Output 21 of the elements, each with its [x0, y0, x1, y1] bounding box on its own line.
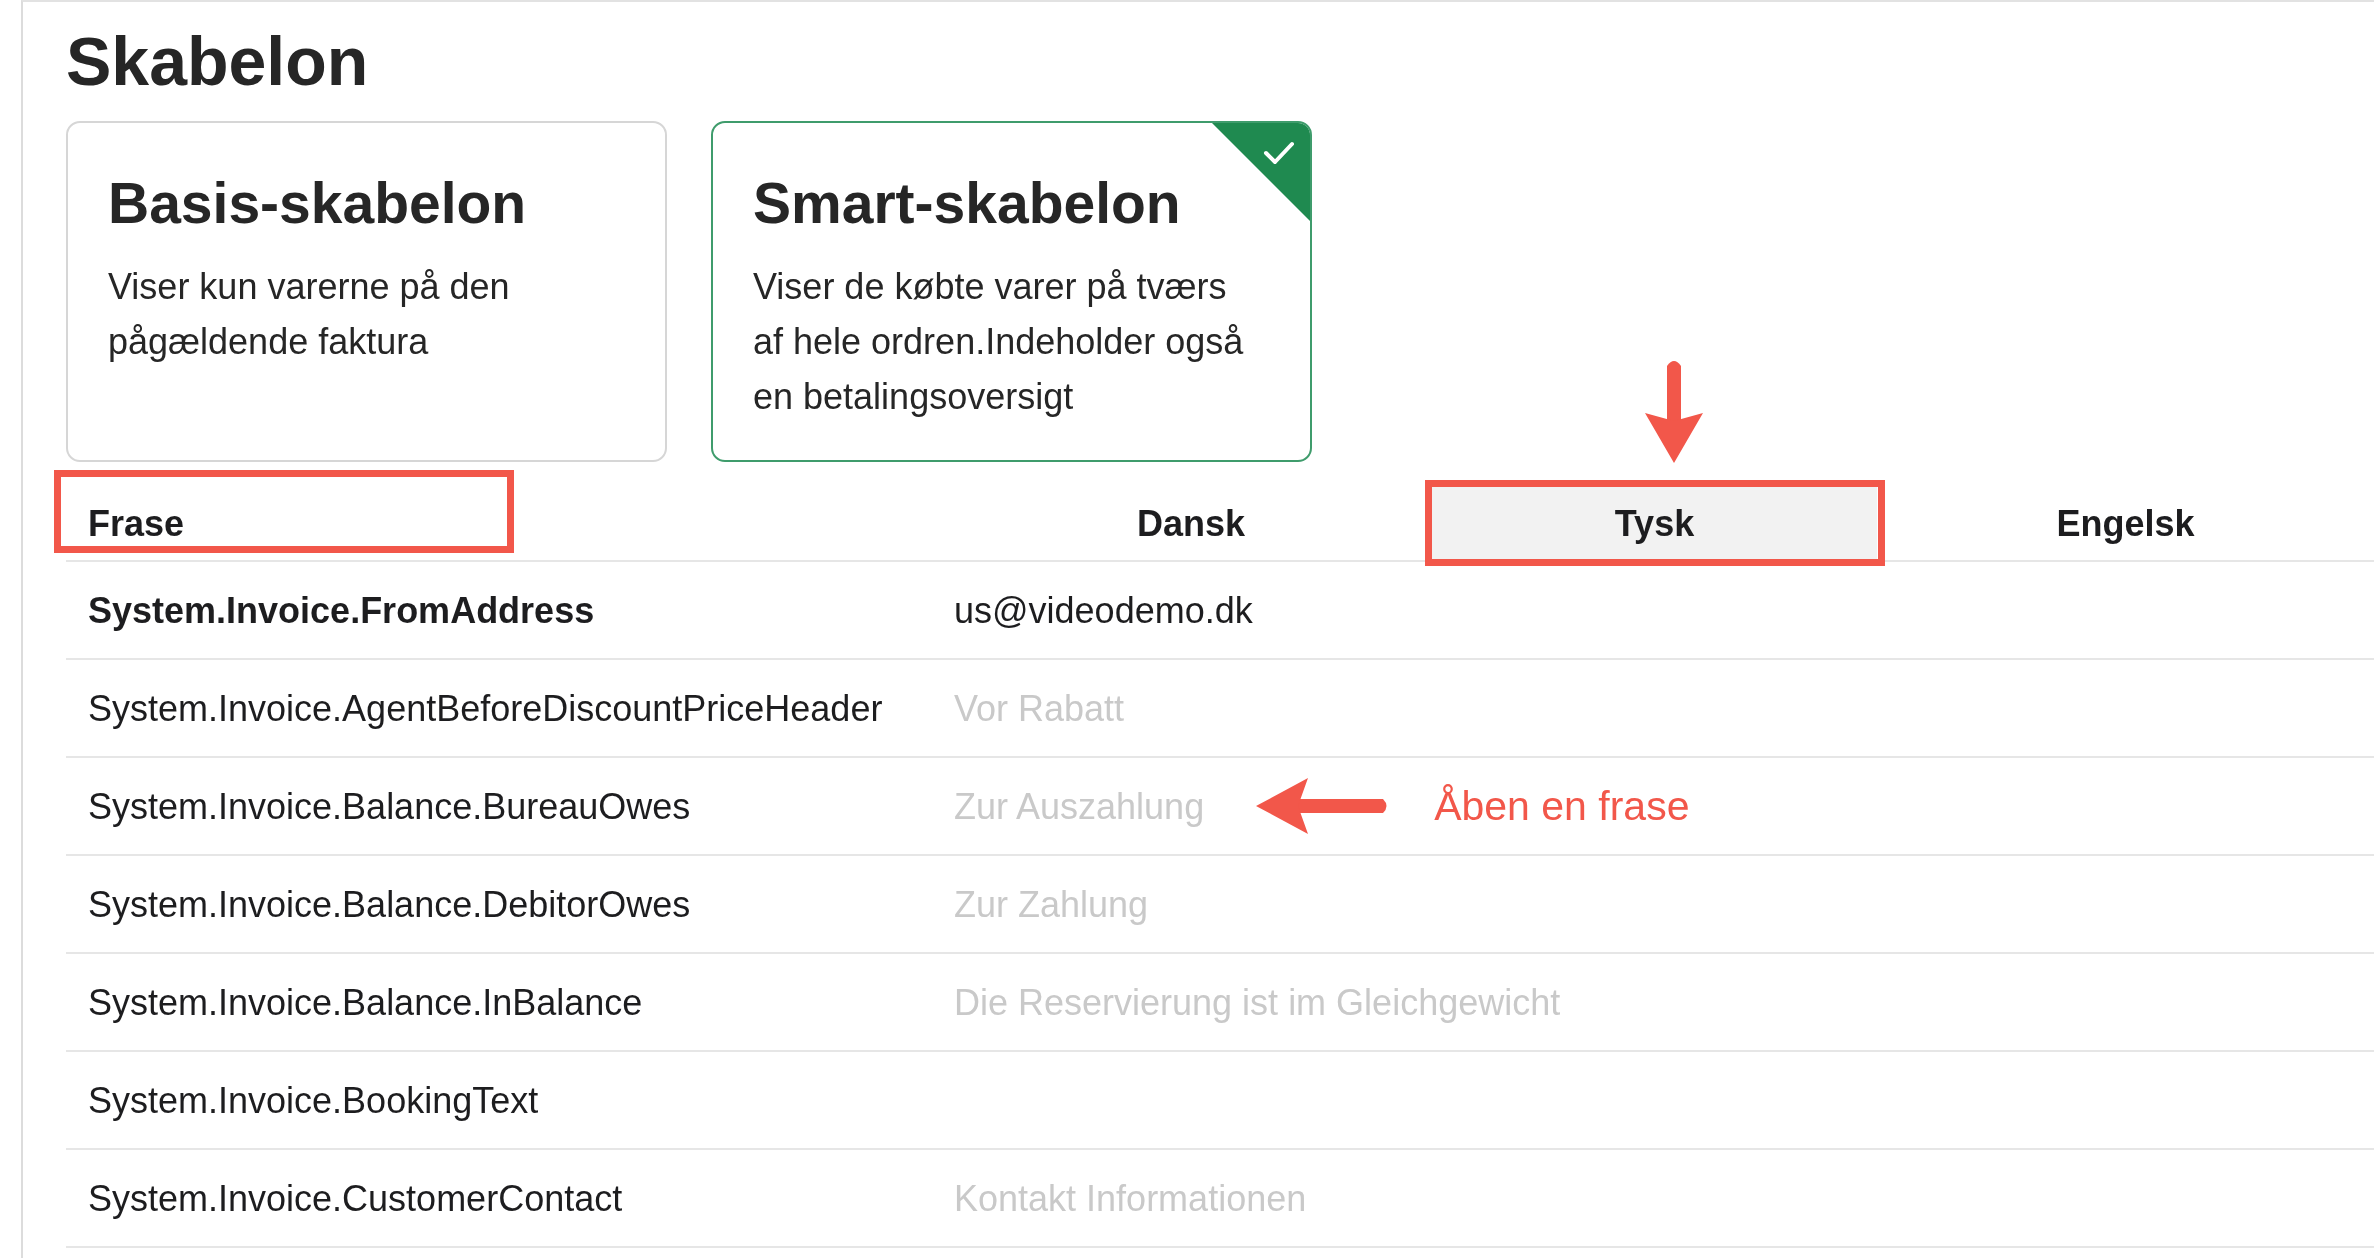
phrase-name[interactable]: System.Invoice.CustomerContact	[66, 1176, 950, 1220]
phrase-name[interactable]: System.Invoice.AgentBeforeDiscountPriceHeader	[66, 686, 950, 730]
card-description: Viser kun varerne på den pågældende faktura	[108, 264, 511, 364]
phrase-name[interactable]: System.Invoice.Balance.BureauOwes	[66, 784, 950, 828]
check-icon	[1212, 123, 1310, 221]
phrase-name[interactable]: System.Invoice.Balance.InBalance	[66, 980, 950, 1024]
card-title: Smart-skabelon	[753, 171, 1181, 237]
card-title: Basis-skabelon	[108, 171, 527, 237]
column-header[interactable]: Frase	[66, 487, 950, 560]
page-title: Skabelon	[66, 27, 369, 95]
template-card[interactable]: Basis-skabelon Viser kun varerne på den pågældende faktura	[66, 121, 667, 462]
phrase-name[interactable]: System.Invoice.Balance.DebitorOwes	[66, 882, 950, 926]
phrase-name[interactable]: System.Invoice.FromAddress	[66, 588, 950, 632]
template-card[interactable]: Smart-skabelon Viser de købte varer på tværs af hele ordren.Indeholder også en betalingsoversigt	[711, 121, 1312, 462]
column-header[interactable]: Engelsk	[1877, 487, 2374, 560]
column-header[interactable]: Dansk	[950, 487, 1432, 560]
card-description: Viser de købte varer på tværs af hele ordren.Indeholder også en betalingsoversigt	[753, 264, 1245, 419]
phrase-name[interactable]: System.Invoice.BookingText	[66, 1078, 950, 1122]
translation-text[interactable]: us@videodemo.dk	[954, 588, 1253, 632]
column-header[interactable]: Tysk	[1432, 487, 1877, 560]
callout-text: Åben en frase	[1434, 782, 1690, 830]
